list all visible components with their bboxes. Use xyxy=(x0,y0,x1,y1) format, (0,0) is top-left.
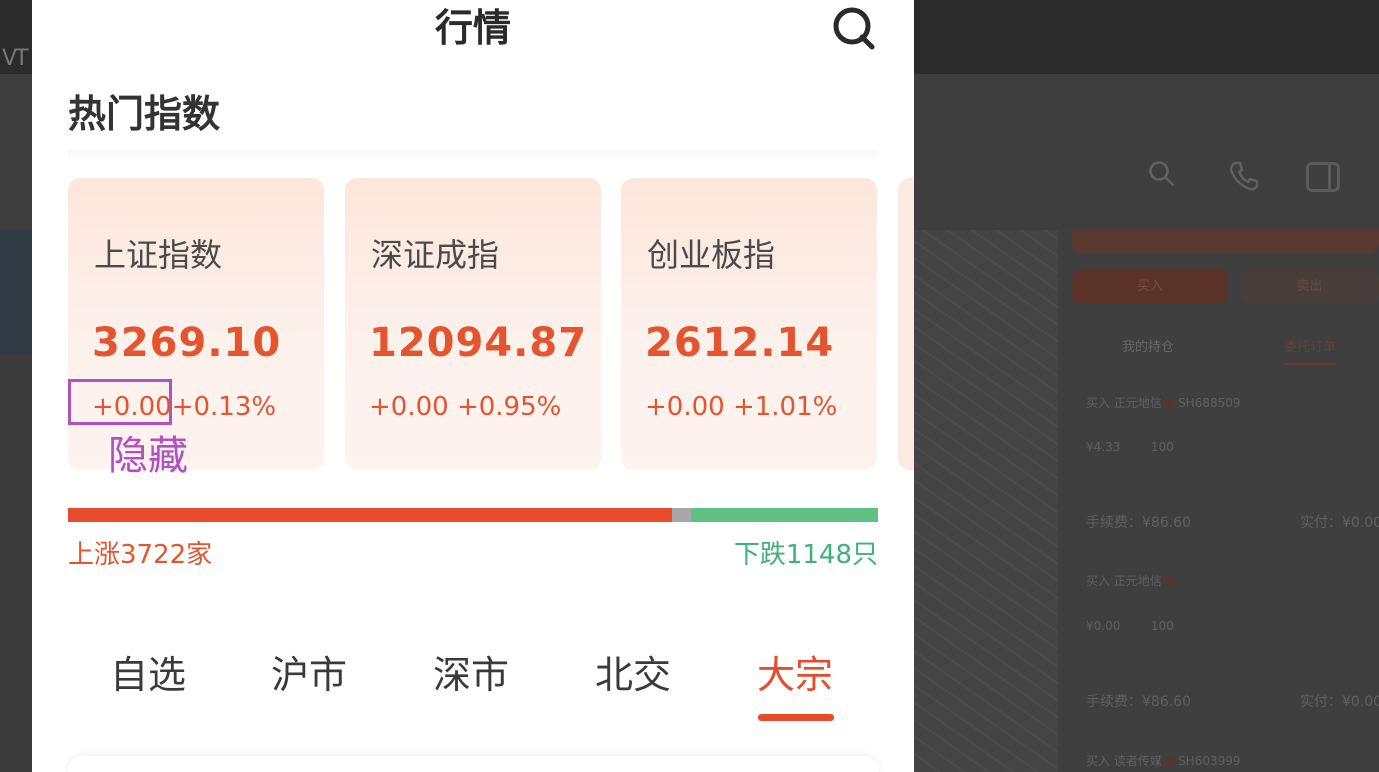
background-search-icon[interactable] xyxy=(1148,160,1174,186)
background-left-strip xyxy=(0,230,32,354)
active-tab-indicator xyxy=(758,714,834,721)
index-card-shanghai[interactable]: 上证指数 3269.10 +0.00+0.13% xyxy=(68,178,324,470)
index-change-row: +0.00 +1.01% xyxy=(645,392,837,422)
breadth-flat-segment xyxy=(672,508,691,522)
background-sell-button[interactable]: 卖出 xyxy=(1240,270,1379,304)
index-value: 12094.87 xyxy=(369,320,588,366)
background-tab-orders[interactable]: 委托订单 xyxy=(1284,336,1337,365)
market-tabs: 自选 沪市 深市 北交 大宗 xyxy=(32,648,914,708)
background-phone-icon[interactable] xyxy=(1228,160,1260,192)
index-change: +0.00 xyxy=(369,392,449,422)
background-left-strip-lower xyxy=(0,354,32,772)
index-card-shenzhen[interactable]: 深证成指 12094.87 +0.00 +0.95% xyxy=(345,178,601,470)
market-breadth-bar xyxy=(68,508,878,522)
market-screen: 行情 热门指数 上证指数 3269.10 +0.00+0.13% 深证成指 12… xyxy=(32,0,914,772)
annotation-label: 隐藏 xyxy=(108,433,188,479)
index-change: +0.00 xyxy=(645,392,725,422)
background-action-bar xyxy=(1072,230,1379,254)
background-order-price: ¥0.00 100 xyxy=(1086,619,1174,633)
background-tab-positions[interactable]: 我的持仓 xyxy=(1122,336,1174,355)
tab-shanghai[interactable]: 沪市 xyxy=(249,648,369,702)
index-name: 上证指数 xyxy=(94,236,223,274)
tab-watchlist[interactable]: 自选 xyxy=(88,648,208,702)
background-order-row: 买入 正元地信 SH688509 xyxy=(1086,396,1241,410)
tab-beijing[interactable]: 北交 xyxy=(573,648,693,702)
background-order-paid: 实付：¥0.00 xyxy=(1300,694,1379,710)
background-order-row: 买入 读者传媒 SH603999 xyxy=(1086,754,1241,768)
index-percent: +0.13% xyxy=(171,392,277,422)
index-card-chinext[interactable]: 创业板指 2612.14 +0.00 +1.01% xyxy=(621,178,877,470)
index-card-next-peek[interactable] xyxy=(898,178,914,470)
index-value: 2612.14 xyxy=(645,320,835,366)
breadth-up-segment xyxy=(68,508,672,522)
background-sidebar-toggle-icon[interactable] xyxy=(1306,162,1340,192)
index-change-row: +0.00 +0.95% xyxy=(369,392,561,422)
background-order-fee: 手续费：¥86.60 xyxy=(1086,515,1191,531)
background-order-paid: 实付：¥0.00 xyxy=(1300,515,1379,531)
index-value: 3269.10 xyxy=(92,320,282,366)
section-divider xyxy=(68,150,878,162)
annotation-highlight-box xyxy=(68,379,172,425)
breadth-down-segment xyxy=(691,508,878,522)
decliners-count: 下跌1148只 xyxy=(733,540,878,570)
hot-indices-title: 热门指数 xyxy=(68,92,221,136)
stock-list-card xyxy=(68,756,878,772)
page-title: 行情 xyxy=(434,6,511,50)
index-name: 深证成指 xyxy=(371,236,500,274)
search-icon[interactable] xyxy=(828,4,880,52)
background-order-price: ¥4.33 100 xyxy=(1086,440,1174,454)
tab-block-trade[interactable]: 大宗 xyxy=(735,648,855,702)
background-logo: VT xyxy=(2,46,28,71)
background-order-row: 买入 正元地信 xyxy=(1086,572,1175,589)
tab-shenzhen[interactable]: 深市 xyxy=(411,648,531,702)
index-name: 创业板指 xyxy=(647,236,776,274)
advancers-count: 上涨3722家 xyxy=(68,540,213,570)
background-buy-button[interactable]: 买入 xyxy=(1072,270,1228,304)
background-map xyxy=(914,230,1058,772)
background-order-fee: 手续费：¥86.60 xyxy=(1086,694,1191,710)
index-percent: +1.01% xyxy=(732,392,838,422)
index-percent: +0.95% xyxy=(456,392,562,422)
